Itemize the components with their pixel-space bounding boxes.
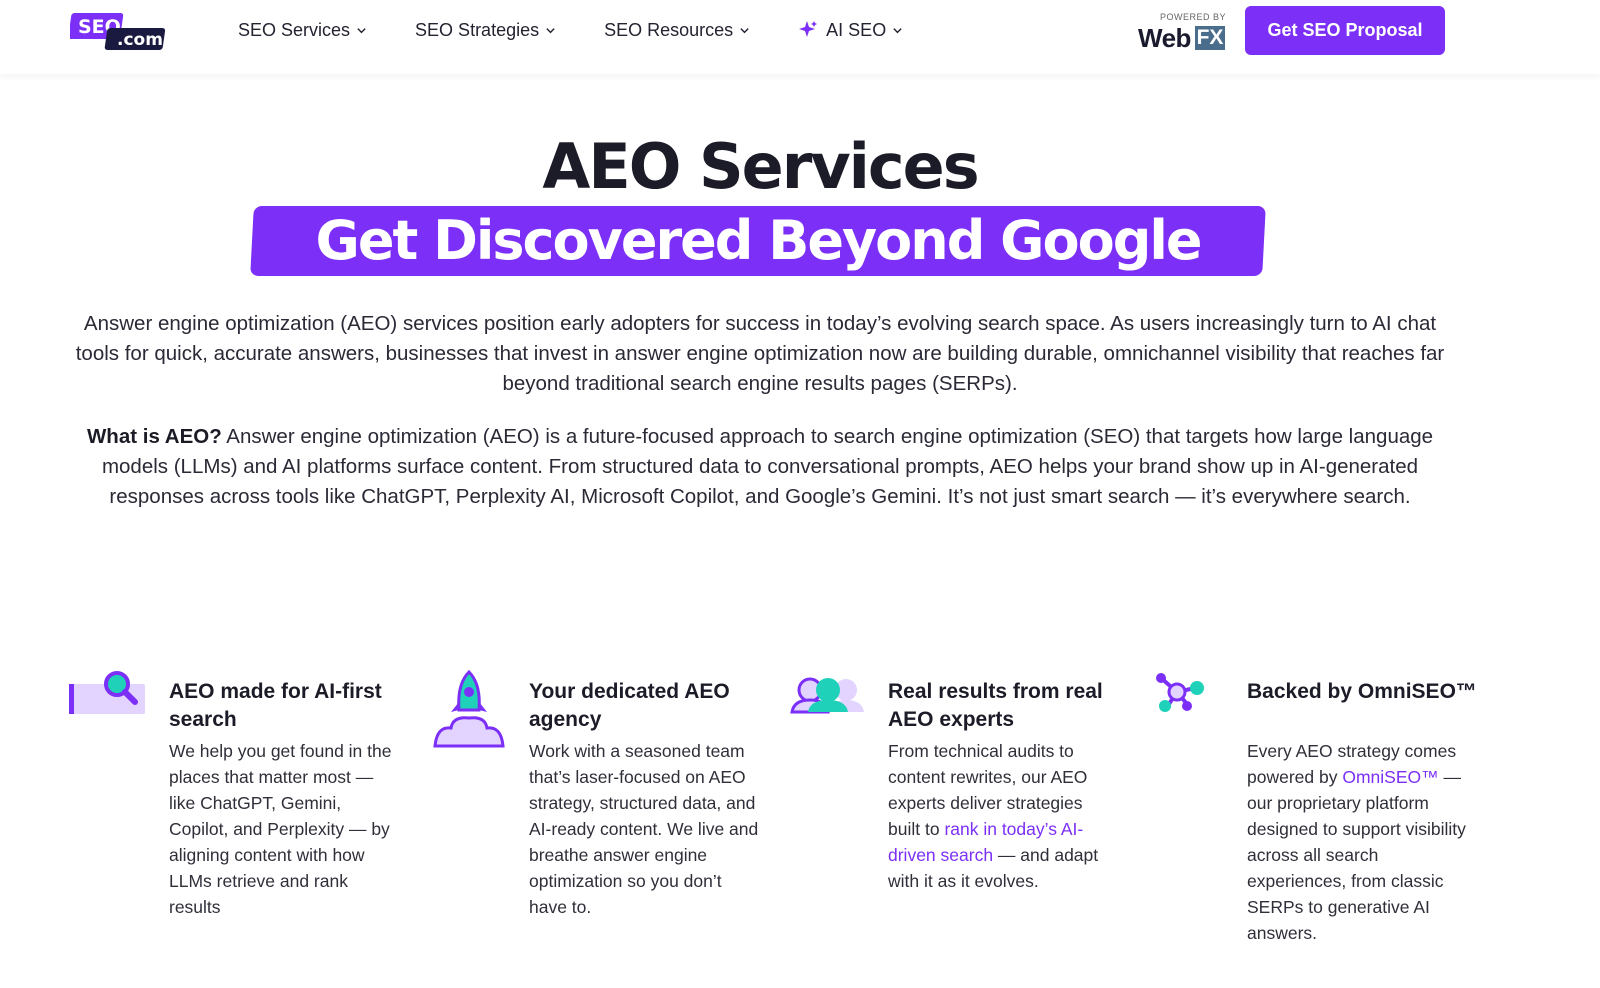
nav-seo-strategies[interactable]: SEO Strategies [415, 20, 556, 41]
search-magnifier-icon [69, 671, 145, 714]
network-icon [1156, 673, 1204, 712]
rocket-icon [433, 670, 505, 748]
what-is-aeo-text: Answer engine optimization (AEO) is a fu… [101, 425, 1434, 508]
nav-label: SEO Resources [604, 19, 734, 40]
intro-paragraph: Answer engine optimization (AEO) service… [75, 312, 1445, 395]
webfx-web: Web [1138, 23, 1191, 53]
chevron-down-icon [357, 27, 366, 33]
nav-label: AI SEO [826, 19, 887, 40]
what-is-aeo-label: What is AEO? [86, 425, 222, 448]
what-is-aeo-paragraph: What is AEO? Answer engine optimization … [70, 422, 1450, 512]
nav-seo-services[interactable]: SEO Services [238, 20, 367, 41]
svg-text:.com: .com [117, 30, 163, 50]
chevron-down-icon [893, 27, 902, 33]
feature-text: Work with a seasoned team that’s laser-f… [529, 741, 759, 917]
feature-title: Your dedicated AEO agency [529, 680, 730, 731]
chevron-down-icon [546, 27, 555, 33]
feature-text: Every AEO strategy comes powered by Omni… [1247, 738, 1477, 946]
people-icon [790, 677, 864, 714]
nav-seo-resources[interactable]: SEO Resources [604, 20, 750, 41]
main-nav: SEO Services SEO Strategies SEO Resource… [238, 0, 951, 60]
feature-title: Backed by OmniSEO™ [1247, 680, 1477, 703]
powered-by-label: POWERED BY [1159, 12, 1226, 22]
feature-title: Real results from real AEO experts [888, 680, 1103, 731]
page-subtitle: Get Discovered Beyond Google [315, 209, 1203, 272]
site-header: SEO .com SEO Services SEO Strategies SEO… [0, 0, 1600, 74]
page-title: AEO Services [542, 130, 979, 203]
sparkle-icon [799, 21, 818, 37]
get-seo-proposal-button[interactable]: Get SEO Proposal [1245, 6, 1445, 55]
feature-title: AEO made for AI-first search [169, 680, 382, 731]
nav-ai-seo[interactable]: AI SEO [798, 20, 903, 41]
powered-by-webfx[interactable]: POWERED BY Web FX [1138, 12, 1228, 53]
webfx-fx: FX [1195, 26, 1225, 50]
seo-com-logo[interactable]: SEO .com [70, 10, 170, 52]
feature-text-part: — our proprietary platform designed to s… [1247, 767, 1466, 943]
omniseo-link[interactable]: OmniSEO™ [1342, 767, 1438, 787]
chevron-down-icon [740, 27, 749, 33]
nav-label: SEO Strategies [415, 19, 540, 40]
feature-text: From technical audits to content rewrite… [888, 738, 1118, 894]
nav-label: SEO Services [238, 19, 351, 40]
feature-text: We help you get found in the places that… [169, 741, 392, 917]
